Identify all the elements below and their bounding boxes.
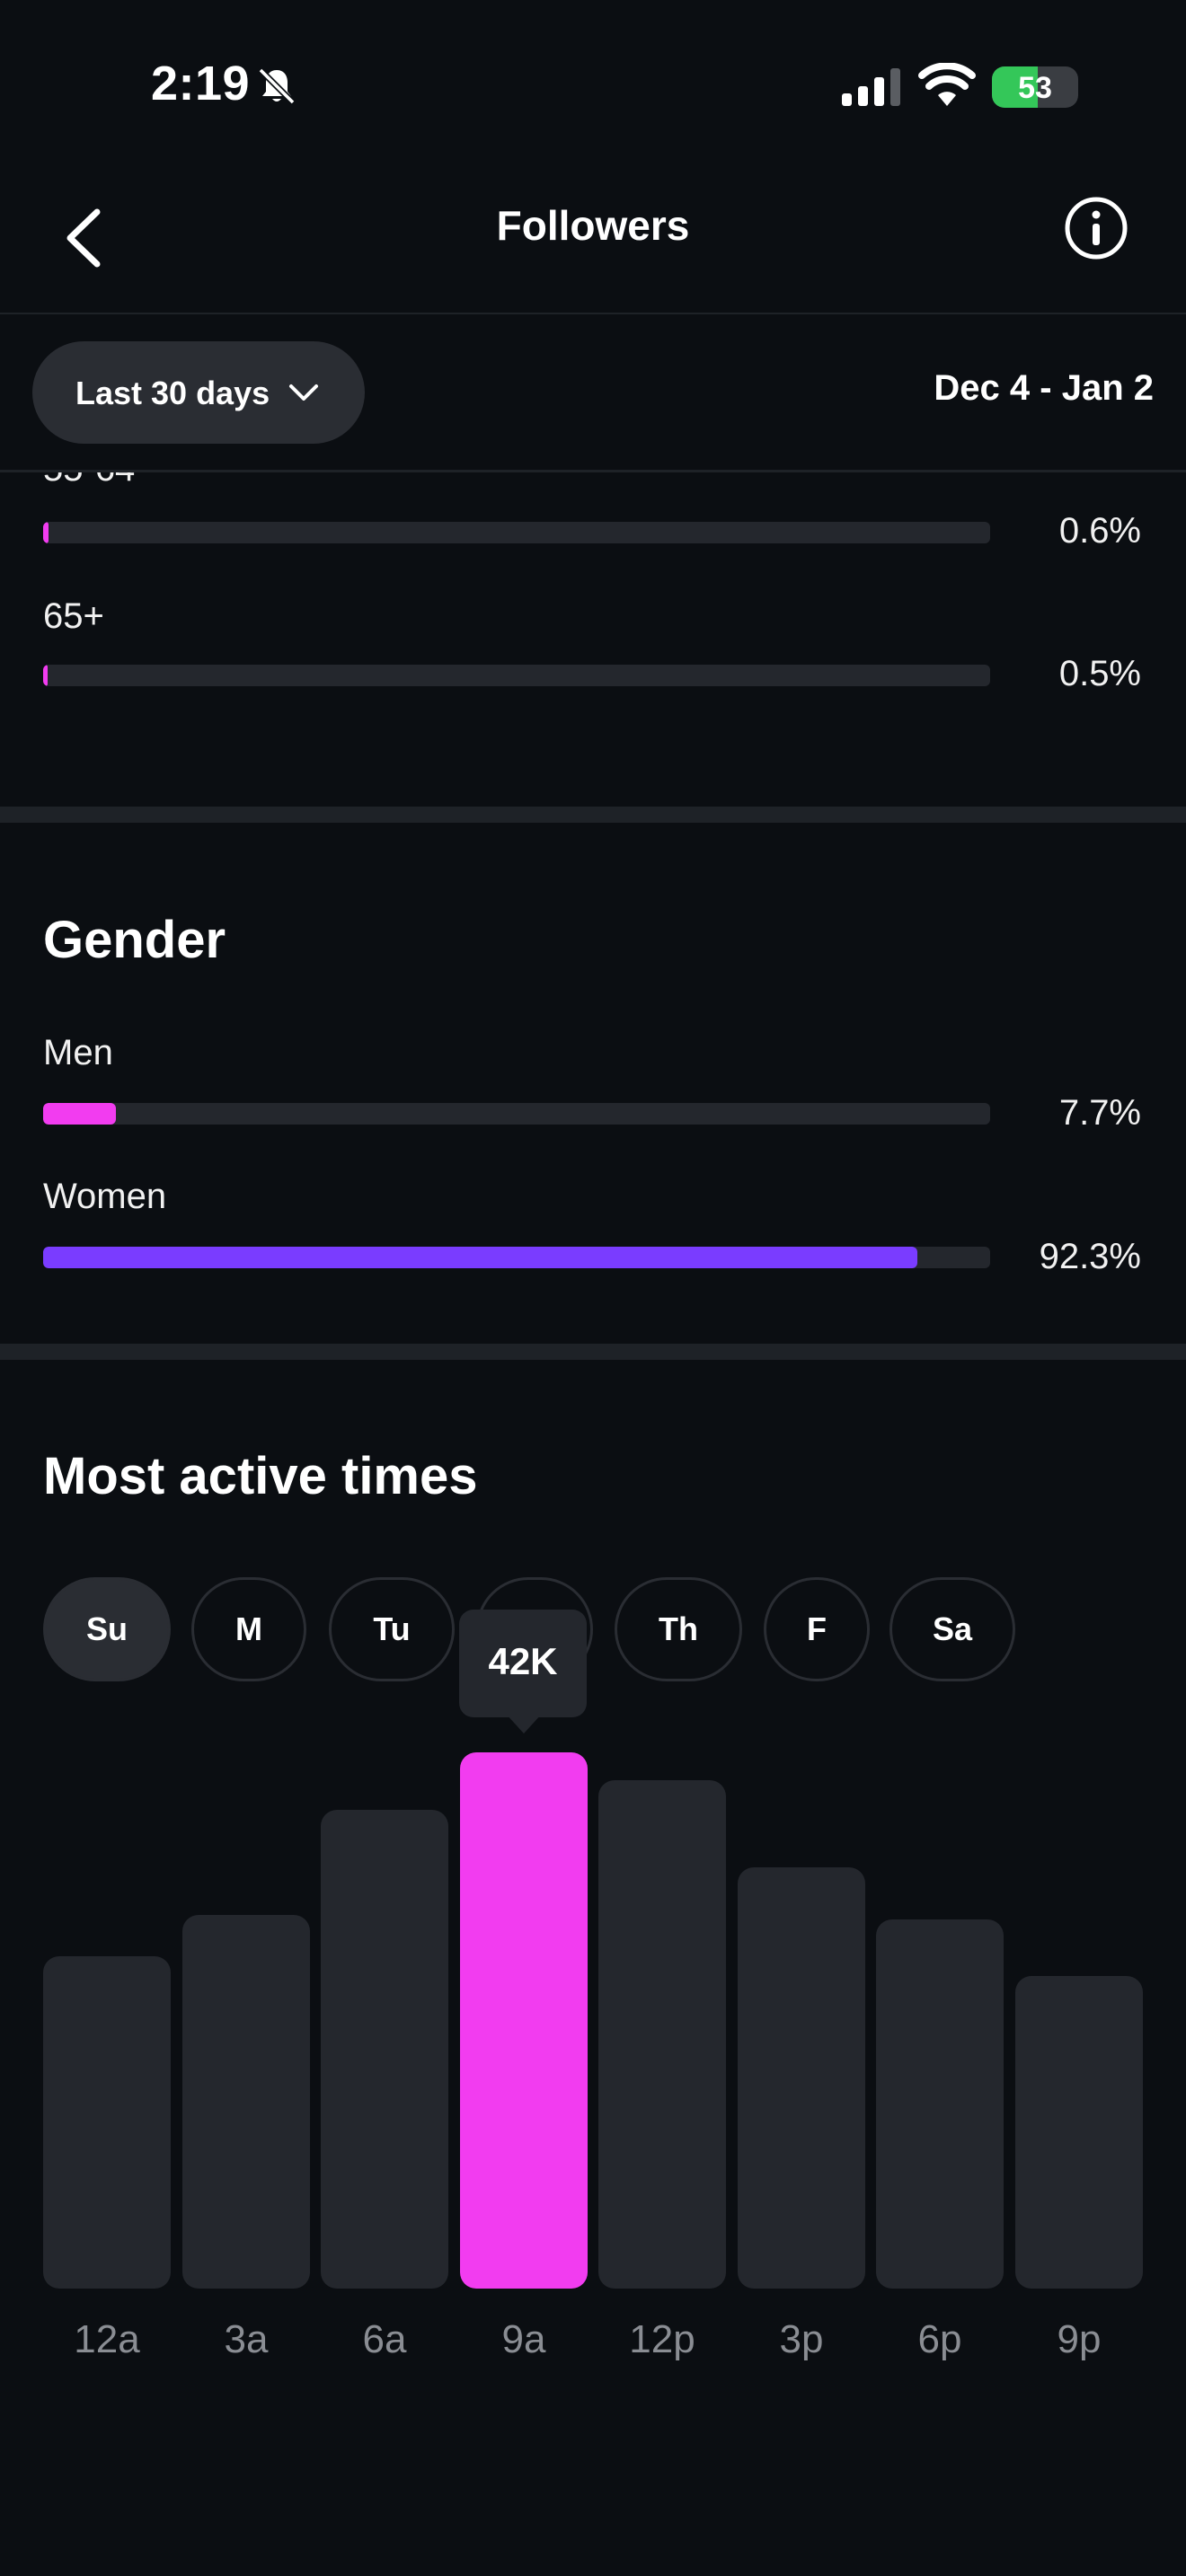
x-tick-label: 9a [501,2317,546,2361]
gender-percent-men: 7.7% [1058,1093,1141,1133]
cellular-signal-icon [842,68,900,106]
chart-bar-3a[interactable] [182,1915,310,2289]
section-divider [0,1344,1186,1360]
day-tab-tuesday[interactable]: Tu [329,1577,455,1681]
chevron-down-icon [289,384,318,401]
day-tab-sunday[interactable]: Su [43,1577,171,1681]
date-range-text: Dec 4 - Jan 2 [934,368,1154,408]
section-divider [0,807,1186,823]
chart-bar-3p[interactable] [738,1867,865,2289]
day-tab-saturday[interactable]: Sa [890,1577,1015,1681]
x-tick-label: 9p [1057,2317,1102,2361]
active-times-title: Most active times [43,1447,478,1505]
gender-title: Gender [43,911,226,969]
status-time: 2:19 [151,57,251,110]
age-label-65-plus: 65+ [43,596,104,636]
x-tick-label: 12a [74,2317,140,2361]
chart-bar-12p[interactable] [598,1780,726,2289]
gender-bar-track-men [43,1103,990,1125]
age-bar-fill-65-plus [43,665,48,686]
day-tab-friday[interactable]: F [764,1577,870,1681]
chart-bar-9p[interactable] [1015,1976,1143,2289]
age-percent-65-plus: 0.5% [1058,654,1141,693]
status-bar: 2:19 53 [0,0,1186,171]
wifi-icon [918,63,976,106]
chart-bar-9a[interactable] [460,1752,588,2289]
bar-value-tooltip: 42K [459,1610,587,1717]
chart-bar-6a[interactable] [321,1810,448,2289]
age-bar-fill-55-64 [43,522,49,543]
chart-bar-12a[interactable] [43,1956,171,2289]
day-tab-thursday[interactable]: Th [615,1577,742,1681]
nav-header: Followers [0,171,1186,314]
page-title: Followers [496,202,690,249]
x-tick-label: 12p [629,2317,695,2361]
info-icon[interactable] [1064,196,1128,260]
x-tick-label: 6a [362,2317,407,2361]
age-bar-track-65-plus [43,665,990,686]
gender-label-women: Women [43,1177,167,1216]
x-tick-label: 3a [224,2317,269,2361]
x-tick-label: 6p [917,2317,962,2361]
chart-bar-6p[interactable] [876,1919,1004,2289]
gender-bar-fill-women [43,1247,917,1268]
silent-bell-icon [258,67,296,105]
gender-bar-track-women [43,1247,990,1268]
x-tick-label: 3p [779,2317,824,2361]
date-range-dropdown[interactable]: Last 30 days [32,341,365,444]
date-range-label: Last 30 days [75,375,270,411]
followers-screen: 2:19 53 Followers 0.6% 65+ 0.5% Last 30 … [0,0,1186,2576]
filter-bar: Last 30 days Dec 4 - Jan 2 [0,314,1186,472]
battery-icon: 53 [992,66,1078,108]
age-percent-55-64: 0.6% [1058,511,1141,551]
gender-bar-fill-men [43,1103,116,1125]
age-bar-track-55-64 [43,522,990,543]
gender-percent-women: 92.3% [1039,1237,1141,1276]
day-tab-monday[interactable]: M [191,1577,306,1681]
tooltip-pointer [506,1714,542,1734]
gender-label-men: Men [43,1033,113,1072]
battery-percent: 53 [1018,71,1052,105]
